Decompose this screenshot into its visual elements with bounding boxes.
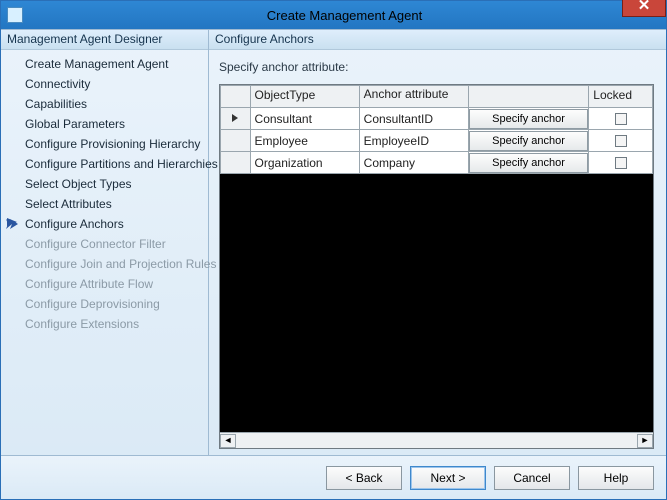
- step-configure-join-and-projection-rules: Configure Join and Projection Rules: [3, 254, 206, 274]
- step-label: Select Attributes: [25, 197, 112, 211]
- row-selector[interactable]: [221, 108, 251, 130]
- step-label: Configure Provisioning Hierarchy: [25, 137, 200, 151]
- current-step-arrow-icon: [6, 217, 18, 233]
- main-panel: Configure Anchors Specify anchor attribu…: [209, 30, 666, 455]
- window-title: Create Management Agent: [23, 8, 666, 23]
- specify-anchor-button[interactable]: Specify anchor: [469, 109, 589, 129]
- step-select-attributes[interactable]: Select Attributes: [3, 194, 206, 214]
- locked-checkbox[interactable]: [615, 157, 627, 169]
- scroll-right-icon[interactable]: ►: [637, 434, 653, 448]
- footer: < Back Next > Cancel Help: [1, 455, 666, 499]
- cell-anchorattr[interactable]: Company: [359, 152, 468, 174]
- next-button[interactable]: Next >: [410, 466, 486, 490]
- specify-anchor-button[interactable]: Specify anchor: [469, 153, 589, 173]
- help-button[interactable]: Help: [578, 466, 654, 490]
- anchor-grid[interactable]: ObjectType Anchor attribute Locked Consu…: [220, 85, 653, 174]
- table-row[interactable]: ConsultantConsultantIDSpecify anchor: [221, 108, 653, 130]
- horizontal-scrollbar[interactable]: ◄ ►: [220, 432, 653, 448]
- scroll-left-icon[interactable]: ◄: [220, 434, 236, 448]
- step-label: Configure Anchors: [25, 217, 124, 231]
- step-label: Configure Attribute Flow: [25, 277, 153, 291]
- step-label: Configure Partitions and Hierarchies: [25, 157, 218, 171]
- step-configure-attribute-flow: Configure Attribute Flow: [3, 274, 206, 294]
- table-row[interactable]: OrganizationCompanySpecify anchor: [221, 152, 653, 174]
- row-selector[interactable]: [221, 152, 251, 174]
- row-header-blank: [221, 86, 251, 108]
- step-connectivity[interactable]: Connectivity: [3, 74, 206, 94]
- cell-anchorattr[interactable]: ConsultantID: [359, 108, 468, 130]
- step-capabilities[interactable]: Capabilities: [3, 94, 206, 114]
- step-label: Configure Extensions: [25, 317, 139, 331]
- current-row-icon: [230, 113, 240, 123]
- cell-locked[interactable]: [589, 130, 653, 152]
- wizard-window: Create Management Agent ✕ Management Age…: [0, 0, 667, 500]
- cell-objecttype[interactable]: Employee: [250, 130, 359, 152]
- col-action: [468, 86, 589, 108]
- cell-anchorattr[interactable]: EmployeeID: [359, 130, 468, 152]
- step-label: Configure Deprovisioning: [25, 297, 160, 311]
- col-locked[interactable]: Locked: [589, 86, 653, 108]
- step-list: Create Management Agent Connectivity Capab…: [1, 50, 208, 338]
- col-objecttype[interactable]: ObjectType: [250, 86, 359, 108]
- cell-objecttype[interactable]: Organization: [250, 152, 359, 174]
- step-configure-partitions-and-hierarchies[interactable]: Configure Partitions and Hierarchies: [3, 154, 206, 174]
- step-create-management-agent[interactable]: Create Management Agent: [3, 54, 206, 74]
- cell-action: Specify anchor: [468, 152, 589, 174]
- specify-anchor-button[interactable]: Specify anchor: [469, 131, 589, 151]
- step-configure-provisioning-hierarchy[interactable]: Configure Provisioning Hierarchy: [3, 134, 206, 154]
- table-row[interactable]: EmployeeEmployeeIDSpecify anchor: [221, 130, 653, 152]
- sidebar: Management Agent Designer Create Managem…: [1, 30, 209, 455]
- anchor-grid-wrap: ObjectType Anchor attribute Locked Consu…: [219, 84, 654, 449]
- grid-empty-area: [220, 174, 653, 432]
- locked-checkbox[interactable]: [615, 113, 627, 125]
- cell-locked[interactable]: [589, 108, 653, 130]
- titlebar: Create Management Agent ✕: [1, 1, 666, 29]
- step-label: Connectivity: [25, 77, 90, 91]
- sidebar-header: Management Agent Designer: [1, 30, 208, 50]
- step-global-parameters[interactable]: Global Parameters: [3, 114, 206, 134]
- dialog-body: Management Agent Designer Create Managem…: [1, 29, 666, 455]
- col-anchorattr[interactable]: Anchor attribute: [359, 86, 468, 108]
- step-label: Configure Connector Filter: [25, 237, 166, 251]
- cell-locked[interactable]: [589, 152, 653, 174]
- cell-objecttype[interactable]: Consultant: [250, 108, 359, 130]
- instruction-label: Specify anchor attribute:: [219, 60, 654, 74]
- step-label: Create Management Agent: [25, 57, 168, 71]
- cell-action: Specify anchor: [468, 130, 589, 152]
- step-label: Configure Join and Projection Rules: [25, 257, 216, 271]
- step-label: Capabilities: [25, 97, 87, 111]
- step-configure-extensions: Configure Extensions: [3, 314, 206, 334]
- step-select-object-types[interactable]: Select Object Types: [3, 174, 206, 194]
- content-area: Specify anchor attribute:: [209, 50, 666, 455]
- close-button[interactable]: ✕: [622, 0, 666, 17]
- cancel-button[interactable]: Cancel: [494, 466, 570, 490]
- step-label: Select Object Types: [25, 177, 132, 191]
- main-header: Configure Anchors: [209, 30, 666, 50]
- app-icon: [7, 7, 23, 23]
- step-configure-anchors[interactable]: Configure Anchors: [3, 214, 206, 234]
- step-configure-deprovisioning: Configure Deprovisioning: [3, 294, 206, 314]
- step-configure-connector-filter: Configure Connector Filter: [3, 234, 206, 254]
- grid-header-row: ObjectType Anchor attribute Locked: [221, 86, 653, 108]
- back-button[interactable]: < Back: [326, 466, 402, 490]
- cell-action: Specify anchor: [468, 108, 589, 130]
- locked-checkbox[interactable]: [615, 135, 627, 147]
- step-label: Global Parameters: [25, 117, 125, 131]
- row-selector[interactable]: [221, 130, 251, 152]
